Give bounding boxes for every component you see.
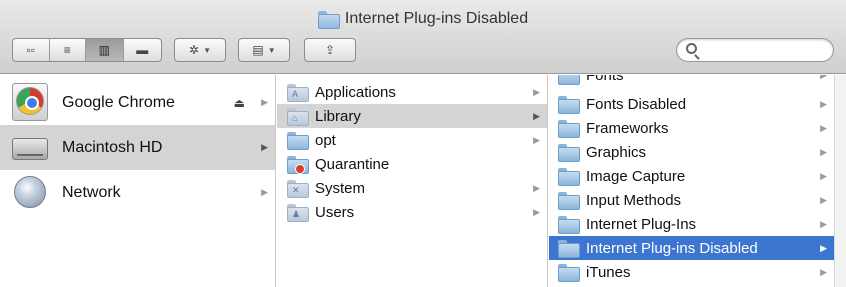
- list-item-system[interactable]: ✕ System ▶: [277, 176, 547, 200]
- list-item-fonts[interactable]: Fonts ▶: [549, 75, 834, 87]
- sidebar-item-google-chrome[interactable]: Google Chrome ⏏ ▶: [0, 80, 275, 125]
- disclosure-arrow-icon: ▶: [533, 182, 540, 193]
- sidebar-item-label: Macintosh HD: [62, 138, 163, 156]
- item-label: Fonts Disabled: [586, 95, 687, 113]
- folder-icon: [558, 216, 580, 234]
- list-view-icon: ≡: [63, 43, 71, 57]
- share-button[interactable]: ⇪: [304, 38, 356, 62]
- folder-icon: [287, 132, 309, 150]
- list-item-graphics[interactable]: Graphics ▶: [549, 140, 834, 164]
- disclosure-arrow-icon: ▶: [820, 146, 827, 157]
- folder-icon: [558, 96, 580, 114]
- list-item-opt[interactable]: opt ▶: [277, 128, 547, 152]
- icon-view-icon: ▫▫: [26, 43, 36, 57]
- item-label: Internet Plug-ins Disabled: [586, 239, 758, 257]
- search-field[interactable]: [676, 38, 834, 62]
- item-label: Fonts: [586, 75, 624, 84]
- folder-icon: [558, 168, 580, 186]
- folder-icon: [558, 240, 580, 258]
- item-label: Frameworks: [586, 119, 669, 137]
- window-toolbar: Internet Plug-ins Disabled ▫▫ ≡ ▥ ▬ ✲ ▼ …: [0, 0, 846, 74]
- disclosure-arrow-icon: ▶: [820, 242, 827, 253]
- sidebar-item-label: Network: [62, 183, 121, 201]
- column-view-button[interactable]: ▥: [86, 39, 124, 61]
- item-label: Users: [315, 203, 355, 221]
- folder-icon: [558, 192, 580, 210]
- list-view-button[interactable]: ≡: [50, 39, 87, 61]
- browser-column-library: Fonts ▶ Fonts Disabled ▶ Frameworks ▶ Gr…: [549, 75, 834, 287]
- browser-column-root: A Applications ▶ ⌂ Library ▶ opt ▶ Quara…: [277, 75, 548, 287]
- list-item-input-methods[interactable]: Input Methods ▶: [549, 188, 834, 212]
- list-item-users[interactable]: ♟ Users ▶: [277, 200, 547, 224]
- arrange-menu-button[interactable]: ▤ ▼: [238, 38, 290, 62]
- list-item-image-capture[interactable]: Image Capture ▶: [549, 164, 834, 188]
- disclosure-arrow-icon: ▶: [820, 266, 827, 277]
- item-label: Graphics: [586, 143, 647, 161]
- disclosure-arrow-icon: ▶: [261, 187, 268, 197]
- item-label: Library: [315, 107, 361, 125]
- list-item-quarantine[interactable]: Quarantine: [277, 152, 547, 176]
- window-title: Internet Plug-ins Disabled: [0, 10, 846, 29]
- library-folder-icon: ⌂: [287, 108, 309, 126]
- window-title-text: Internet Plug-ins Disabled: [344, 10, 529, 27]
- coverflow-view-button[interactable]: ▬: [124, 39, 161, 61]
- sidebar-item-label: Google Chrome: [62, 93, 175, 111]
- item-label: Applications: [315, 83, 396, 101]
- disclosure-arrow-icon: ▶: [820, 170, 827, 181]
- hard-drive-icon: [10, 128, 50, 168]
- vertical-scrollbar[interactable]: [834, 75, 846, 287]
- search-icon: [686, 43, 697, 54]
- disclosure-arrow-icon: ▶: [820, 218, 827, 229]
- folder-icon: [558, 120, 580, 138]
- disclosure-arrow-icon: ▶: [820, 98, 827, 109]
- list-item-library[interactable]: ⌂ Library ▶: [277, 104, 547, 128]
- item-label: Image Capture: [586, 167, 686, 185]
- applications-folder-icon: A: [287, 84, 309, 102]
- icon-view-button[interactable]: ▫▫: [13, 39, 50, 61]
- eject-icon[interactable]: ⏏: [234, 96, 245, 110]
- disclosure-arrow-icon: ▶: [820, 122, 827, 133]
- sidebar-item-network[interactable]: Network ▶: [0, 170, 275, 215]
- restricted-folder-icon: [287, 156, 309, 174]
- share-icon: ⇪: [324, 43, 336, 57]
- chevron-down-icon: ▼: [203, 45, 211, 55]
- disclosure-arrow-icon: ▶: [820, 75, 827, 81]
- users-folder-icon: ♟: [287, 204, 309, 222]
- list-item-fonts-disabled[interactable]: Fonts Disabled ▶: [549, 92, 834, 116]
- column-view-icon: ▥: [98, 43, 110, 57]
- chrome-disk-icon: [10, 82, 50, 123]
- folder-icon: [558, 75, 580, 85]
- action-menu-button[interactable]: ✲ ▼: [174, 38, 226, 62]
- system-folder-icon: ✕: [287, 180, 309, 198]
- disclosure-arrow-icon: ▶: [533, 134, 540, 145]
- list-item-internet-plug-ins[interactable]: Internet Plug-Ins ▶: [549, 212, 834, 236]
- item-label: iTunes: [586, 263, 631, 281]
- chevron-down-icon: ▼: [267, 45, 276, 55]
- list-item-frameworks[interactable]: Frameworks ▶: [549, 116, 834, 140]
- gear-icon: ✲: [189, 43, 200, 57]
- sidebar-item-macintosh-hd[interactable]: Macintosh HD ▶: [0, 125, 275, 170]
- list-item-internet-plug-ins-disabled[interactable]: Internet Plug-ins Disabled ▶: [549, 236, 834, 260]
- disclosure-arrow-icon: ▶: [261, 142, 268, 152]
- arrange-icon: ▤: [252, 43, 264, 57]
- folder-icon: [317, 11, 340, 29]
- disclosure-arrow-icon: ▶: [533, 110, 540, 121]
- item-label: opt: [315, 131, 336, 149]
- sidebar: Google Chrome ⏏ ▶ Macintosh HD ▶ Network…: [0, 75, 276, 287]
- folder-icon: [558, 144, 580, 162]
- folder-icon: [558, 264, 580, 282]
- view-mode-segmented-control: ▫▫ ≡ ▥ ▬: [12, 38, 162, 62]
- disclosure-arrow-icon: ▶: [820, 194, 827, 205]
- item-label: System: [315, 179, 366, 197]
- item-label: Internet Plug-Ins: [586, 215, 697, 233]
- list-item-applications[interactable]: A Applications ▶: [277, 80, 547, 104]
- item-label: Quarantine: [315, 155, 390, 173]
- list-item-itunes[interactable]: iTunes ▶: [549, 260, 834, 284]
- disclosure-arrow-icon: ▶: [533, 206, 540, 217]
- disclosure-arrow-icon: ▶: [533, 86, 540, 97]
- item-label: Input Methods: [586, 191, 682, 209]
- network-globe-icon: [10, 173, 50, 213]
- coverflow-view-icon: ▬: [136, 43, 149, 57]
- disclosure-arrow-icon: ▶: [261, 97, 268, 107]
